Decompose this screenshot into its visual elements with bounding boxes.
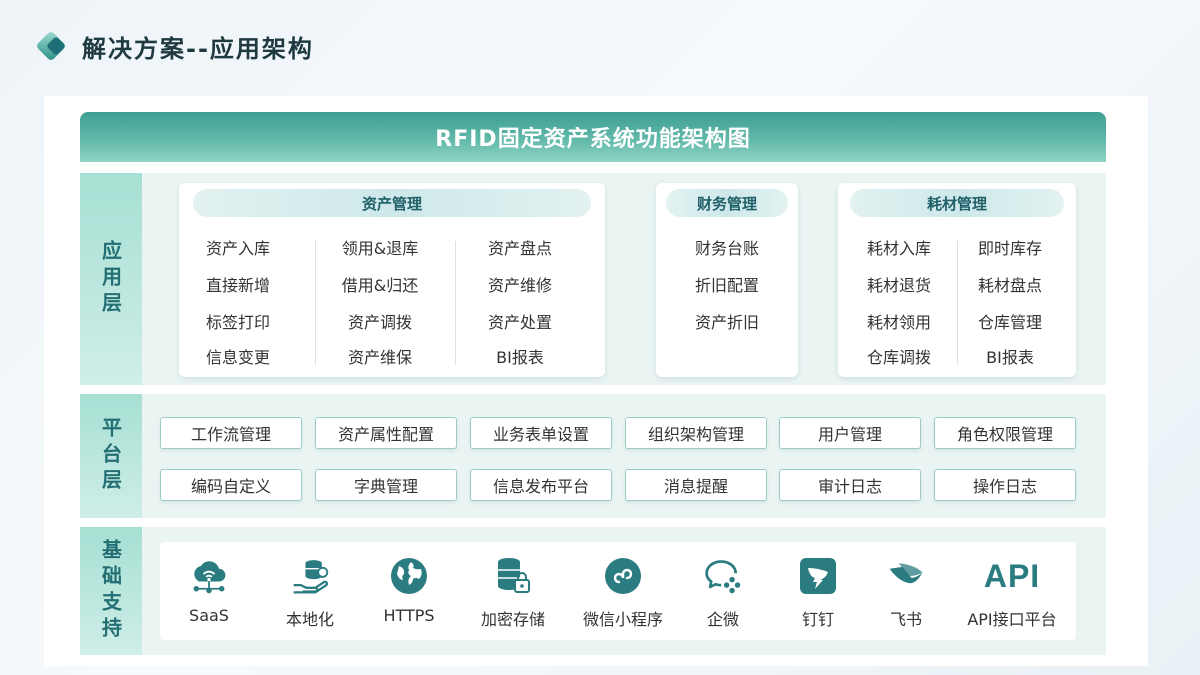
module-item: 资产调拨 — [347, 313, 413, 332]
diamond-logo-icon — [35, 30, 70, 62]
module-item: 资产处置 — [487, 313, 553, 332]
platform-module-button[interactable]: 资产属性配置 — [315, 417, 457, 449]
module-item: 直接新增 — [205, 276, 271, 295]
module-item: 即时库存 — [977, 239, 1043, 258]
module-item: 资产维修 — [487, 276, 553, 295]
diagram-title-banner: RFID固定资产系统功能架构图 — [80, 112, 1106, 162]
infrastructure-item-label: API接口平台 — [967, 610, 1057, 629]
divider — [315, 241, 316, 365]
diagram-title: RFID固定资产系统功能架构图 — [435, 127, 751, 152]
infrastructure-layer-label: 基础支持 — [80, 527, 142, 655]
platform-module-button[interactable]: 审计日志 — [779, 469, 921, 501]
module-item: BI报表 — [986, 348, 1034, 367]
infrastructure-item-label: HTTPS — [383, 606, 435, 625]
infrastructure-item-label: 加密存储 — [480, 610, 545, 629]
infrastructure-item-label: 飞书 — [889, 610, 922, 629]
module-item: 耗材退货 — [866, 276, 932, 295]
application-layer-label: 应用层 — [80, 173, 142, 385]
divider — [455, 241, 456, 365]
module-item: 资产折旧 — [694, 313, 760, 332]
consumables-management-title: 耗材管理 — [850, 189, 1064, 217]
dingtalk-icon — [798, 556, 838, 596]
infrastructure-item: SaaS — [154, 556, 264, 625]
infrastructure-item-label: SaaS — [189, 606, 229, 625]
platform-module-button[interactable]: 组织架构管理 — [625, 417, 767, 449]
infrastructure-item: 本地化 — [255, 556, 365, 630]
module-item: 仓库管理 — [977, 313, 1043, 332]
infrastructure-item-label: 微信小程序 — [582, 610, 663, 629]
asset-management-title: 资产管理 — [193, 189, 591, 217]
finance-management-title: 财务管理 — [666, 189, 788, 217]
infrastructure-item: 微信小程序 — [568, 556, 678, 630]
infrastructure-item: 加密存储 — [458, 556, 568, 630]
api-text-icon: API — [983, 557, 1041, 594]
platform-module-button[interactable]: 编码自定义 — [160, 469, 302, 501]
consumables-management-panel: 耗材管理 耗材入库耗材退货耗材领用仓库调拨 即时库存耗材盘点仓库管理 BI报表 — [838, 183, 1076, 377]
globe-icon — [389, 556, 429, 596]
module-item: 信息变更 — [205, 348, 271, 367]
feishu-icon — [886, 556, 926, 596]
module-item: 标签打印 — [205, 313, 271, 332]
platform-module-button[interactable]: 操作日志 — [934, 469, 1076, 501]
infrastructure-panel: SaaS 本地化 HTTPS 加密存储 微信小程序 企微 钉钉 飞书 API API接口平台 — [160, 542, 1076, 640]
page-header: 解决方案--应用架构 — [35, 28, 314, 64]
module-item: 资产入库 — [205, 239, 271, 258]
infrastructure-item-label: 企微 — [706, 610, 739, 629]
module-item: 借用&归还 — [341, 276, 419, 295]
encrypted-database-icon — [493, 556, 533, 596]
asset-management-panel: 资产管理 资产入库直接新增标签打印信息变更 领用&退库借用&归还资产调拨资产维保 资… — [179, 183, 605, 377]
platform-module-button[interactable]: 业务表单设置 — [470, 417, 612, 449]
platform-module-button[interactable]: 用户管理 — [779, 417, 921, 449]
platform-module-button[interactable]: 信息发布平台 — [470, 469, 612, 501]
platform-module-button[interactable]: 角色权限管理 — [934, 417, 1076, 449]
wecom-icon — [703, 556, 743, 596]
infrastructure-item: 飞书 — [851, 556, 961, 630]
infrastructure-item-label: 本地化 — [285, 610, 334, 629]
divider — [957, 241, 958, 365]
infrastructure-item-label: 钉钉 — [801, 610, 834, 629]
module-item: 折旧配置 — [694, 276, 760, 295]
module-item: 资产维保 — [347, 348, 413, 367]
platform-module-button[interactable]: 字典管理 — [315, 469, 457, 501]
module-item: 领用&退库 — [341, 239, 419, 258]
module-item: BI报表 — [496, 348, 544, 367]
platform-module-button[interactable]: 消息提醒 — [625, 469, 767, 501]
cloud-network-icon — [189, 556, 229, 596]
infrastructure-item: 企微 — [668, 556, 778, 630]
module-item: 耗材入库 — [866, 239, 932, 258]
module-item: 财务台账 — [694, 239, 760, 258]
page-title: 解决方案--应用架构 — [82, 34, 314, 63]
module-item: 资产盘点 — [487, 239, 553, 258]
infrastructure-item: API API接口平台 — [957, 556, 1067, 630]
infrastructure-item: HTTPS — [354, 556, 464, 625]
platform-layer-label: 平台层 — [80, 394, 142, 518]
wechat-mini-program-icon — [603, 556, 643, 596]
module-item: 仓库调拨 — [866, 348, 932, 367]
module-item: 耗材盘点 — [977, 276, 1043, 295]
finance-management-panel: 财务管理 财务台账折旧配置资产折旧 — [656, 183, 798, 377]
module-item: 耗材领用 — [866, 313, 932, 332]
local-server-icon — [290, 556, 330, 596]
platform-module-button[interactable]: 工作流管理 — [160, 417, 302, 449]
